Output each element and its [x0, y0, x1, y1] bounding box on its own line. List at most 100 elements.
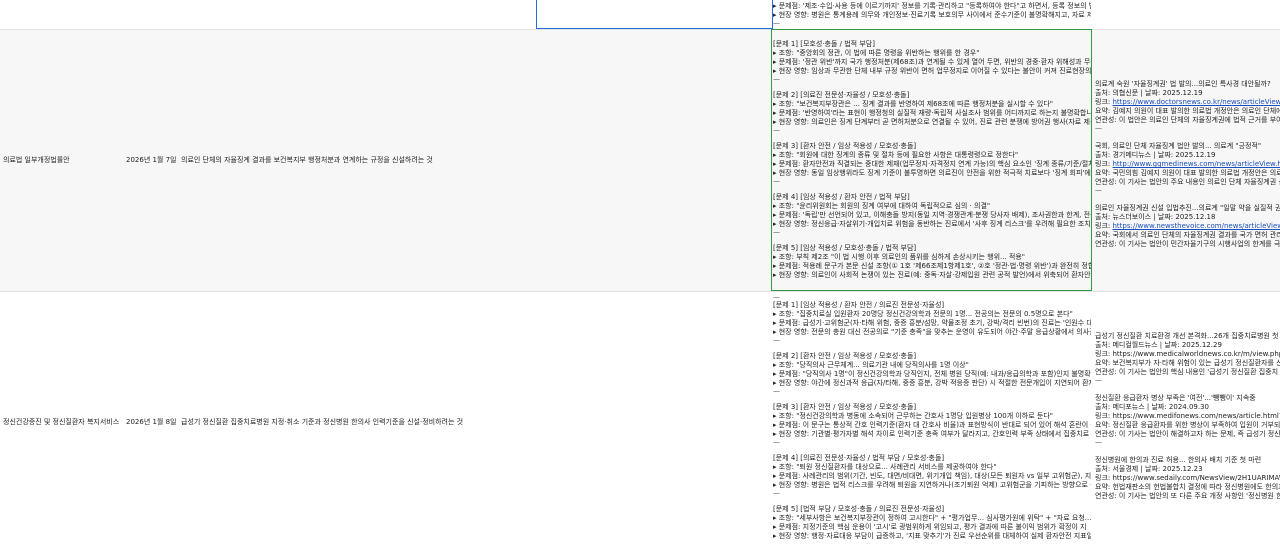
table-row[interactable]: 정신건강증진 및 정신질환자 복지서비스 2026년 1월 8일 급성기 정신질… — [0, 291, 1280, 546]
issue-title: [문제 1] [임상 적용성 / 환자 안전 / 의료진 전문성·자율성] — [773, 301, 945, 309]
issue-line: ▸ 조항: "집중치료실 입원환자 20명당 정신건강의학과 전문의 1명...… — [773, 310, 1073, 318]
news-summary: 요약: 헌법재판소의 헌법불합치 결정에 따라 정신병원에도 한의과 — [1095, 483, 1280, 491]
news-link[interactable]: https://www.doctorsnews.co.kr/news/artic… — [1112, 98, 1280, 106]
news-link-line: 링크: https://www.medicalworldnews.co.kr/m… — [1095, 350, 1280, 359]
news-link[interactable]: https://www.medifonews.com/news/article.… — [1112, 412, 1280, 420]
table-row[interactable]: 의료법 일부개정법률안 2026년 1월 7일 의료인 단체의 자율징계 결과를… — [0, 29, 1280, 292]
news-link-line: 링크: https://www.doctorsnews.co.kr/news/a… — [1095, 98, 1280, 107]
news-link-label: 링크: — [1095, 160, 1113, 168]
issue-block: [문제 3] [환자 안전 / 임상 적용성 / 모호성·충돌] ▸ 조항: "… — [773, 403, 1091, 446]
news-link-line: 링크: https://www.newsthevoice.com/news/ar… — [1095, 222, 1280, 231]
news-relevance: 연관성: 이 법안은 의료인 단체의 자율징계권에 법적 근거를 부여 — [1095, 116, 1280, 124]
separator: — — [1095, 377, 1102, 384]
issue-block: [문제 1] [임상 적용성 / 환자 안전 / 의료진 전문성·자율성] ▸ … — [773, 301, 1091, 344]
news-source: 출처: 메디컬월드뉴스 | 날짜: 2025.12.29 — [1095, 341, 1222, 349]
news-source: 출처: 의협신문 | 날짜: 2025.12.19 — [1095, 89, 1203, 97]
separator: — — [773, 337, 780, 344]
issue-block: [문제 2] [의료진 전문성·자율성 / 모호성·충돌] ▸ 조항: "보건복… — [773, 91, 1091, 134]
news-link-label: 링크: — [1095, 474, 1113, 482]
table-row-partial[interactable]: ▸ 문제점: '제조·수입·사용 등에 이르기까지' 정보를 기록·관리하고 "… — [0, 0, 1280, 29]
separator: — — [773, 76, 780, 83]
issue-block: [문제 5] [법적 부담 / 모호성·충돌 / 의료진 전문성·자율성] ▸ … — [773, 505, 1091, 541]
issue-line: ▸ 문제점: 적용례 문구가 본문 신설 조항(① 1호 '제66조제1항제1호… — [773, 262, 1091, 270]
news-link-line: 링크: http://www.ggmedinews.com/news/artic… — [1095, 160, 1280, 169]
news-link[interactable]: https://www.sedaily.com/NewsView/2H1UARI… — [1112, 474, 1280, 482]
news-summary: 요약: 보건복지부가 자·타해 위험이 있는 급성기 정신질환자를 신 — [1095, 359, 1280, 367]
issues-cell[interactable]: [문제 1] [모호성·충돌 / 법적 부담] ▸ 조항: "중앙회의 정관, … — [773, 40, 1091, 280]
spreadsheet-view: ▸ 문제점: '제조·수입·사용 등에 이르기까지' 정보를 기록·관리하고 "… — [0, 0, 1280, 546]
news-title: 의료인 자율징계권 신설 입법추진...의료계 "일말 약을 실질적 권 — [1095, 204, 1280, 212]
news-item: 의료인 자율징계권 신설 입법추진...의료계 "일말 약을 실질적 권 출처:… — [1095, 204, 1280, 249]
issue-line: ▸ 현장 영향: 병원은 통계용례 의무와 개인정보·진료기록 보호의무 사이에… — [773, 11, 1091, 19]
issue-line: ▸ 현장 영향: 의료인은 징계 단계부터 곧 면허처분으로 연결될 수 있어,… — [773, 118, 1091, 126]
issue-block: [문제 5] [임상 적용성 / 모호성·충돌 / 법적 부담] ▸ 조항: 부… — [773, 244, 1091, 280]
news-relevance: 연관성: 이 기사는 법안이 민간자율기구의 시행사업의 한계를 극복하 — [1095, 240, 1280, 248]
issue-title: [문제 4] [임상 적용성 / 환자 안전 / 법적 부담] — [773, 193, 910, 201]
news-relevance: 연관성: 이 기사는 법안의 주요 내용인 의료인 단체 자율징계권 신 — [1095, 178, 1280, 186]
issue-line: ▸ 현장 영향: 동일 임상행위라도 징계 기준이 불투명하면 의료진이 안전을… — [773, 169, 1091, 177]
issues-cell[interactable]: — [문제 1] [임상 적용성 / 환자 안전 / 의료진 전문성·자율성] … — [773, 294, 1091, 541]
separator: — — [1095, 125, 1102, 132]
news-cell[interactable]: 의료계 숙원 '자율징계권' 법 발의...의료인 특사경 대안될까? 출처: … — [1095, 80, 1280, 259]
issue-title: [문제 5] [법적 부담 / 모호성·충돌 / 의료진 전문성·자율성] — [773, 505, 945, 513]
proposal-date-cell[interactable]: 2026년 1월 8일 — [126, 418, 178, 427]
issue-line: ▸ 현장 영향: 정신응급·자살위기·개입치료 위험을 동반하는 진료에서 '사… — [773, 220, 1091, 228]
issue-block: [문제 2] [환자 안전 / 임상 적용성 / 모호성·충돌] ▸ 조항: "… — [773, 352, 1091, 395]
summary-cell[interactable]: 급성기 정신질환 집중치료병원 지정·취소 기준과 정신병원 한의사 인력기준을… — [181, 418, 771, 427]
news-relevance: 연관성: 이 기사는 법안의 또 다른 주요 개정 사항인 '정신병원 한 — [1095, 492, 1280, 500]
issue-line: ▸ 현장 영향: 병원은 법적 리스크를 우려해 퇴원을 지연하거나(조기퇴원 … — [773, 481, 1091, 489]
issue-line: ▸ 조항: "당직의사 근무체계... 의료기관 내에 당직의사를 1명 이상" — [773, 361, 969, 369]
news-summary: 요약: 정신질환 응급환자를 위한 병상이 부족하여 입원이 거부되고 — [1095, 421, 1280, 429]
news-source: 출처: 서울경제 | 날짜: 2025.12.23 — [1095, 465, 1203, 473]
news-link-label: 링크: — [1095, 350, 1113, 358]
issue-line: ▸ 현장 영향: 기관별·평가자별 해석 차이로 인력기준 충족 여부가 달라지… — [773, 430, 1091, 438]
news-item: 정신질환 응급환자 병상 부족은 '여전'...'뺑뺑이' 지속중 출처: 메디… — [1095, 394, 1280, 446]
news-relevance: 연관성: 이 기사는 법안의 핵심 내용인 '급성기 정신질환 집중치 — [1095, 368, 1279, 376]
news-item: 급성기 정신질환 치료환경 개선 본격화...26개 집중치료병원 첫 지 출처… — [1095, 332, 1280, 384]
issues-cell[interactable]: ▸ 문제점: '제조·수입·사용 등에 이르기까지' 정보를 기록·관리하고 "… — [773, 2, 1091, 27]
summary-cell[interactable]: 의료인 단체의 자율징계 결과를 보건복지부 행정처분과 연계하는 규정을 신설… — [181, 156, 771, 165]
separator: — — [773, 127, 780, 134]
issue-line: ▸ 조항: "윤리위원회는 회원의 징계 여부에 대하여 독립적으로 심의 · … — [773, 202, 991, 210]
issue-line: ▸ 문제점: 환자안전과 직결되는 중대한 제재(업무정지·자격정지 연계 가능… — [773, 160, 1091, 168]
news-summary: 요약: 국회에서 의료인 단체의 자율징계권 결과를 국가 면허 관리 — [1095, 231, 1280, 239]
issue-title: [문제 3] [환자 안전 / 임상 적용성 / 모호성·충돌] — [773, 403, 917, 411]
separator: — — [773, 178, 780, 185]
issue-block: [문제 1] [모호성·충돌 / 법적 부담] ▸ 조항: "중앙회의 정관, … — [773, 40, 1091, 83]
issue-line: ▸ 문제점: "당직의사 1명"이 정신건강의학과 당직인지, 전체 병원 당직… — [773, 370, 1091, 378]
news-link-label: 링크: — [1095, 98, 1113, 106]
news-link[interactable]: https://www.medicalworldnews.co.kr/m/vie… — [1112, 350, 1280, 358]
news-cell[interactable]: 급성기 정신질환 치료환경 개선 본격화...26개 집중치료병원 첫 지 출처… — [1095, 332, 1280, 511]
separator: — — [773, 294, 780, 301]
law-name-cell[interactable]: 의료법 일부개정법률안 — [3, 156, 121, 165]
news-item: 정신병원에 한의과 진료 허용... 한의사 배치 기준 첫 마련 출처: 서울… — [1095, 456, 1280, 501]
proposal-date-cell[interactable]: 2026년 1월 7일 — [126, 156, 178, 165]
separator: — — [1095, 439, 1102, 446]
issue-block: [문제 3] [환자 안전 / 임상 적용성 / 모호성·충돌] ▸ 조항: "… — [773, 142, 1091, 185]
news-item: 의료계 숙원 '자율징계권' 법 발의...의료인 특사경 대안될까? 출처: … — [1095, 80, 1280, 132]
news-summary: 요약: 김예지 의원이 대표 발의한 의료법 개정안은 의료인 단체에 — [1095, 107, 1280, 115]
issue-title: [문제 2] [환자 안전 / 임상 적용성 / 모호성·충돌] — [773, 352, 917, 360]
issue-title: [문제 1] [모호성·충돌 / 법적 부담] — [773, 40, 875, 48]
news-link-label: 링크: — [1095, 412, 1113, 420]
separator: — — [773, 20, 780, 27]
issue-line: ▸ 문제점: 급성기·고위험군(자·타해 위험, 중증 흥분/섬망, 약물조정 … — [773, 319, 1091, 327]
news-title: 정신질환 응급환자 병상 부족은 '여전'...'뺑뺑이' 지속중 — [1095, 394, 1256, 402]
law-name-cell[interactable]: 정신건강증진 및 정신질환자 복지서비스 — [3, 418, 121, 427]
news-link[interactable]: https://www.newsthevoice.com/news/articl… — [1112, 222, 1280, 230]
news-title: 정신병원에 한의과 진료 허용... 한의사 배치 기준 첫 마련 — [1095, 456, 1262, 464]
issue-line: ▸ 현장 영향: 임상과 무관한 단체 내부 규정 위반이 면허 업무정지로 이… — [773, 67, 1091, 75]
issue-title: [문제 2] [의료진 전문성·자율성 / 모호성·충돌] — [773, 91, 910, 99]
issue-line: ▸ 현장 영향: 전문의 충원 대신 전공의로 "기준 충족"을 맞추는 운영이… — [773, 328, 1091, 336]
issue-line: ▸ 현장 영향: 의료인이 사회적 논쟁이 있는 진료(예: 중독·자살·강제입… — [773, 271, 1091, 279]
issue-line: ▸ 조항: "중앙회의 정관, 이 법에 따른 명령을 위반하는 행위를 한 경… — [773, 49, 980, 57]
separator: — — [773, 388, 780, 395]
news-source: 출처: 경기메디뉴스 | 날짜: 2025.12.19 — [1095, 151, 1216, 159]
issue-line: ▸ 현장 영향: 야간에 정신과적 응급(자/타해, 중증 흥분, 강박 적응증… — [773, 379, 1091, 387]
separator: — — [773, 439, 780, 446]
separator: — — [1095, 187, 1102, 194]
issue-line: ▸ 문제점: '반영하여'라는 표현이 행정청의 실질적 재량·독립적 사실조사… — [773, 109, 1091, 117]
news-item: 국회, 의료인 단체 자율징계 법안 발의... 의료계 "긍정적" 출처: 경… — [1095, 142, 1280, 194]
news-link[interactable]: http://www.ggmedinews.com/news/articleVi… — [1112, 160, 1280, 168]
news-summary: 요약: 국민의힘 김예지 의원이 대표 발의한 의료법 개정안은 의료 — [1095, 169, 1280, 177]
